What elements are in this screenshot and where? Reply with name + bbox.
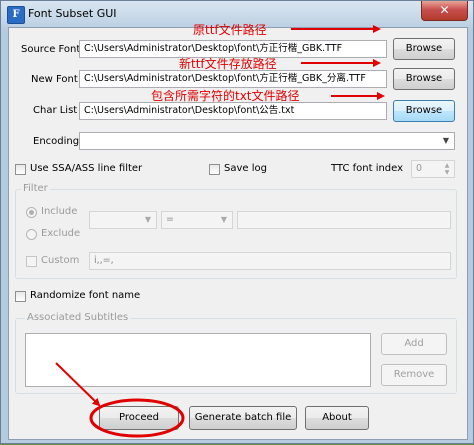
proceed-highlight-circle	[89, 398, 185, 438]
arrow-to-proceed	[55, 362, 101, 407]
annotation-arrows	[55, 25, 385, 438]
app-window: F Font Subset GUI ✕ Source Font C:\Users…	[0, 0, 474, 444]
